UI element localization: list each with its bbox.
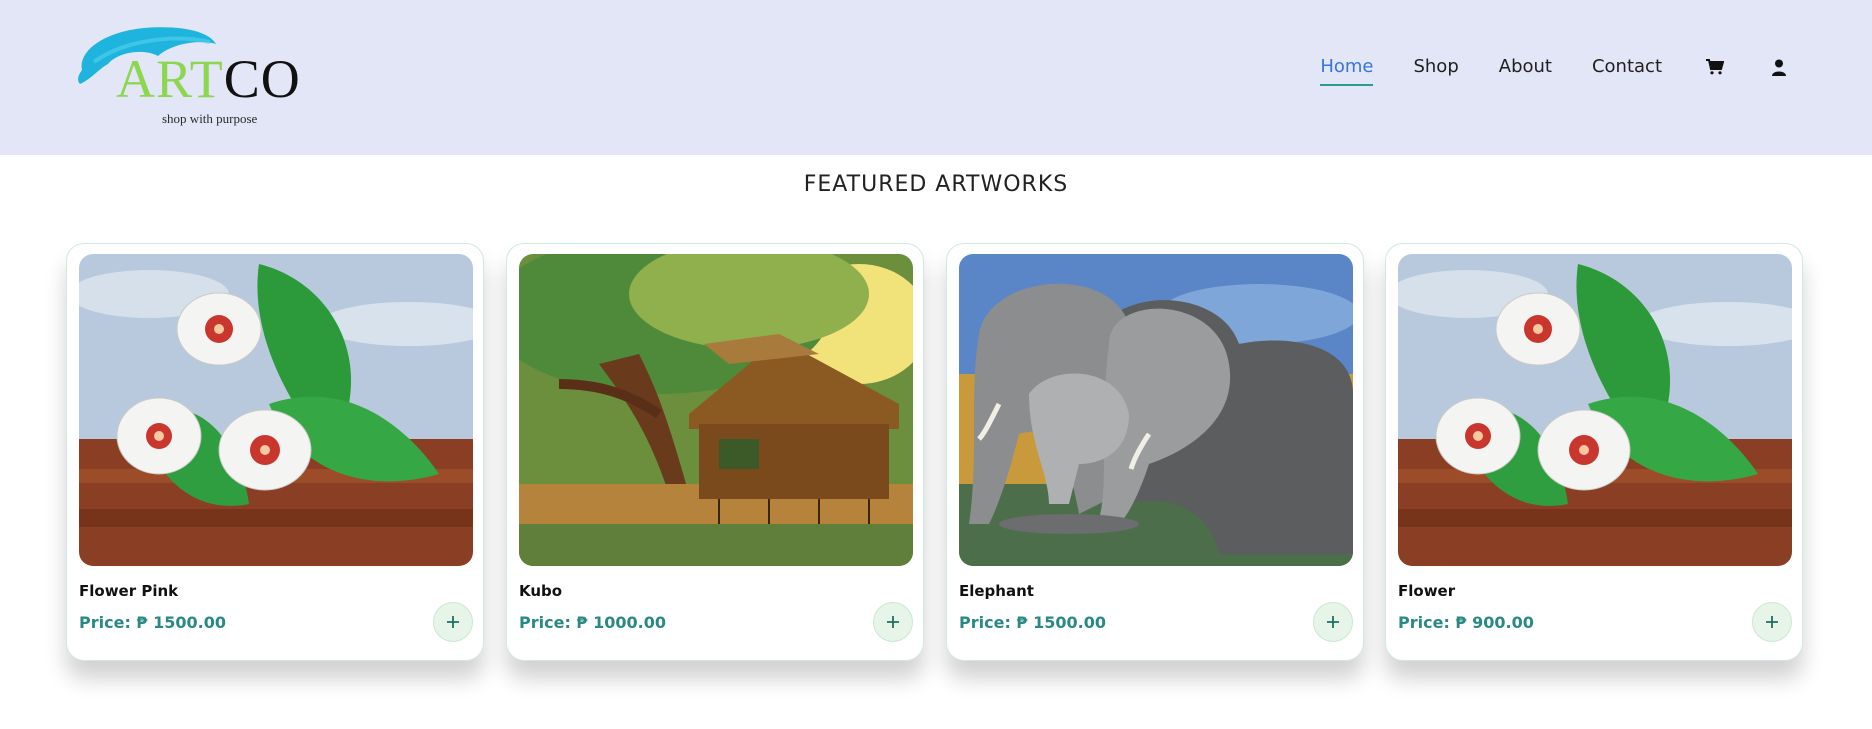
product-image[interactable] xyxy=(519,254,913,566)
main-nav: Home Shop About Contact xyxy=(1280,50,1790,86)
plus-icon xyxy=(887,616,899,628)
product-title: Flower xyxy=(1398,582,1456,600)
logo-wordmark: ARTCO xyxy=(116,49,301,109)
product-image[interactable] xyxy=(959,254,1353,566)
section-title: FEATURED ARTWORKS xyxy=(803,172,1069,197)
add-to-cart-button[interactable] xyxy=(873,602,913,642)
kubo-painting-image xyxy=(519,254,913,566)
add-to-cart-button[interactable] xyxy=(1313,602,1353,642)
product-card[interactable]: Flower Pink Price: ₱ 1500.00 xyxy=(66,243,484,661)
artco-logo[interactable]: ARTCO shop with purpose xyxy=(74,22,314,132)
product-title: Elephant xyxy=(959,582,1034,600)
plus-icon xyxy=(1766,616,1778,628)
product-card[interactable]: Kubo Price: ₱ 1000.00 xyxy=(506,243,924,661)
nav-about-link[interactable]: About xyxy=(1499,52,1552,82)
product-card[interactable]: Flower Price: ₱ 900.00 xyxy=(1385,243,1803,661)
flower-painting-image xyxy=(79,254,473,566)
product-price: Price: ₱ 900.00 xyxy=(1398,613,1534,632)
nav-shop-link[interactable]: Shop xyxy=(1413,52,1458,82)
product-image[interactable] xyxy=(79,254,473,566)
nav-home-link[interactable]: Home xyxy=(1320,52,1374,86)
product-price: Price: ₱ 1500.00 xyxy=(959,613,1106,632)
user-icon[interactable] xyxy=(1768,56,1790,78)
product-grid: Flower Pink Price: ₱ 1500.00 Kubo Price:… xyxy=(66,243,1806,663)
product-title: Flower Pink xyxy=(79,582,179,600)
product-image[interactable] xyxy=(1398,254,1792,566)
plus-icon xyxy=(1327,616,1339,628)
add-to-cart-button[interactable] xyxy=(1752,602,1792,642)
add-to-cart-button[interactable] xyxy=(433,602,473,642)
product-price: Price: ₱ 1500.00 xyxy=(79,613,226,632)
product-price: Price: ₱ 1000.00 xyxy=(519,613,666,632)
elephant-painting-image xyxy=(959,254,1353,566)
nav-contact-link[interactable]: Contact xyxy=(1592,52,1662,82)
product-title: Kubo xyxy=(519,582,563,600)
product-card[interactable]: Elephant Price: ₱ 1500.00 xyxy=(946,243,1364,661)
cart-icon[interactable] xyxy=(1704,56,1726,78)
plus-icon xyxy=(447,616,459,628)
logo-tagline: shop with purpose xyxy=(162,111,258,126)
flower-painting-image xyxy=(1398,254,1792,566)
site-header: ARTCO shop with purpose Home Shop About … xyxy=(0,0,1872,155)
